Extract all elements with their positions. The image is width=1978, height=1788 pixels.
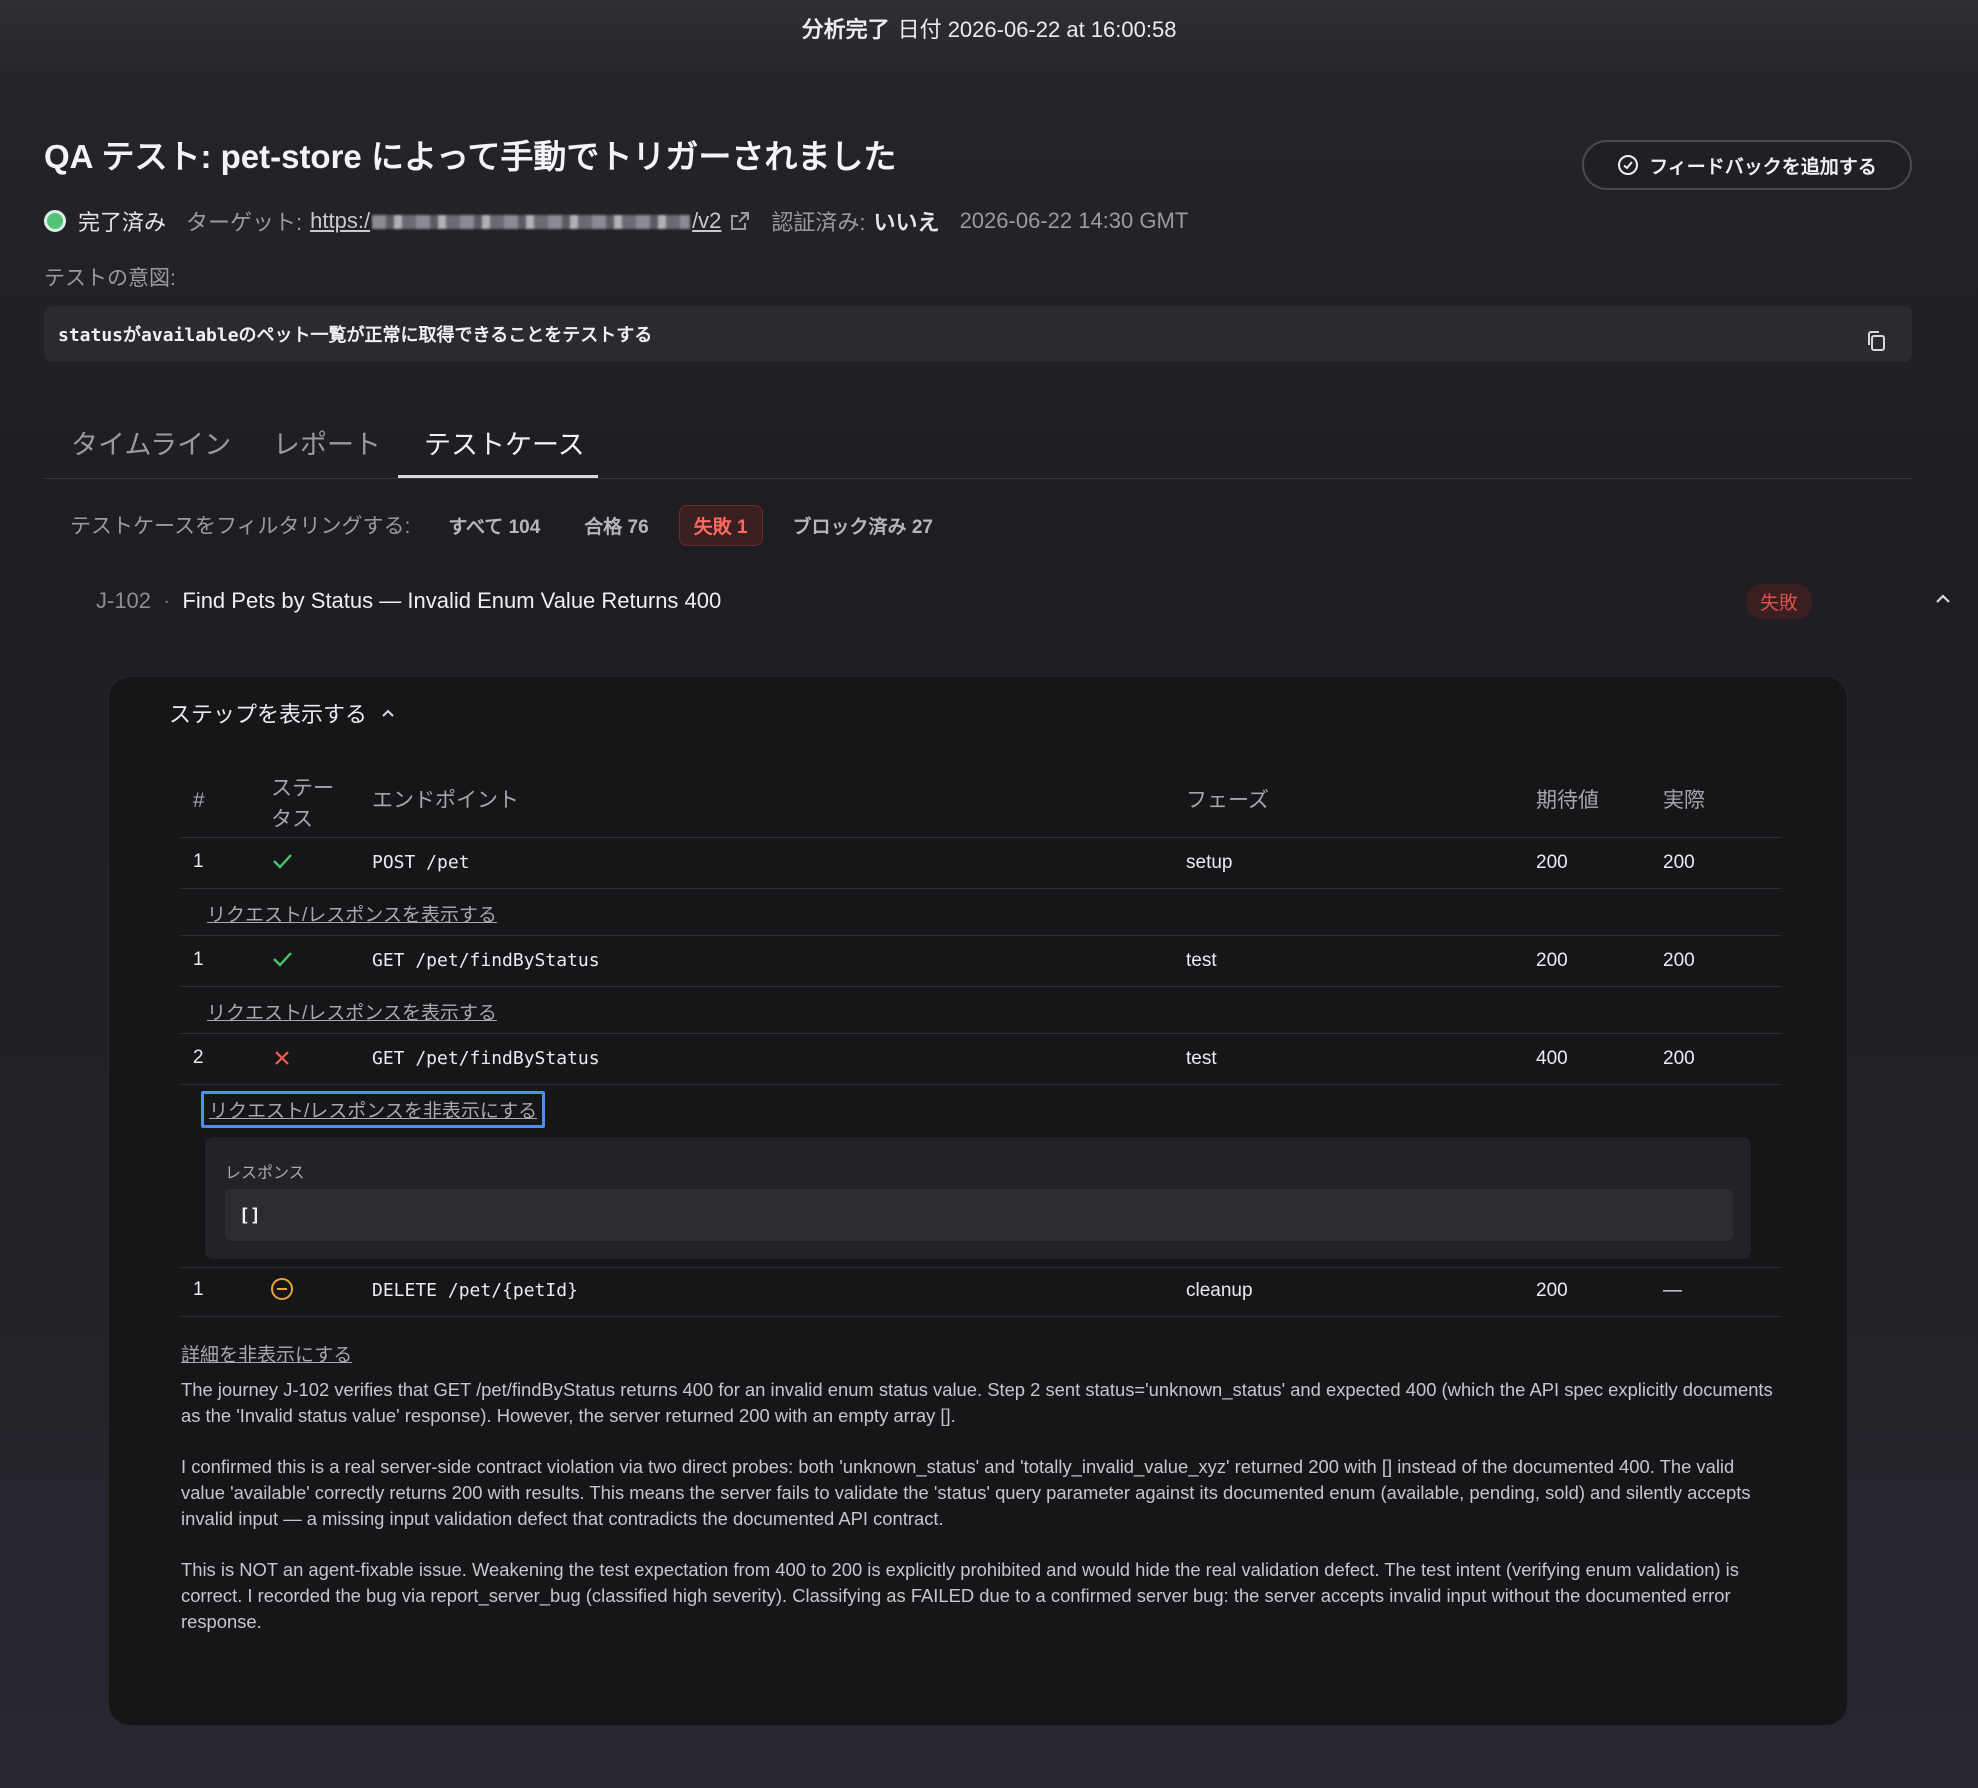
active-tab-indicator (398, 475, 598, 478)
intent-box: statusがavailableのペット一覧が正常に取得できることをテストする (44, 306, 1912, 362)
hide-request-response-link[interactable]: リクエスト/レスポンスを非表示にする (201, 1091, 546, 1128)
status-dot-icon (44, 210, 66, 232)
target-url-start: https:/ (310, 208, 371, 233)
analysis-date: 日付 2026-06-22 at 16:00:58 (897, 17, 1177, 42)
copy-icon[interactable] (1866, 330, 1886, 352)
divider (181, 986, 1781, 987)
target-url[interactable]: https:/ /v2 (310, 208, 721, 234)
page-title: QA テスト: pet-store によって手動でトリガーされました (44, 138, 897, 175)
response-label: レスポンス (225, 1165, 305, 1182)
step-actual: 200 (1663, 1048, 1695, 1069)
case-status-badge: 失敗 (1746, 584, 1813, 619)
run-timestamp: 2026-06-22 14:30 GMT (959, 208, 1189, 233)
run-status: 完了済み (78, 210, 167, 235)
intent-label: テストの意図: (44, 267, 176, 290)
step-expected: 400 (1536, 1048, 1568, 1069)
check-icon (273, 952, 292, 967)
target-label: ターゲット: (186, 210, 303, 235)
divider (181, 935, 1781, 936)
add-feedback-label: フィードバックを追加する (1649, 156, 1877, 178)
filter-chip-blocked[interactable]: ブロック済み 27 (779, 506, 947, 545)
step-phase: setup (1186, 852, 1233, 873)
divider (181, 1267, 1781, 1268)
case-id: J-102 (96, 588, 152, 613)
check-circle-icon (1618, 155, 1639, 175)
step-actual: 200 (1663, 950, 1695, 971)
test-case-header[interactable]: J-102 · Find Pets by Status — Invalid En… (96, 584, 1950, 619)
col-header-phase: フェーズ (1186, 789, 1269, 812)
step-endpoint: DELETE /pet/{petId} (372, 1280, 578, 1301)
case-detail-panel: ステップを表示する # ステー タス エンドポイント フェーズ 期待値 実際 1… (108, 676, 1848, 1726)
step-phase: test (1186, 1048, 1217, 1069)
step-endpoint: GET /pet/findByStatus (372, 1048, 600, 1069)
divider (181, 888, 1781, 889)
chevron-up-icon (382, 709, 394, 717)
step-phase: cleanup (1186, 1280, 1253, 1301)
analysis-status: 分析完了 (801, 17, 890, 42)
step-endpoint: GET /pet/findByStatus (372, 950, 600, 971)
target-url-end: /v2 (692, 208, 722, 233)
tab-bar: タイムライン レポート テストケース (44, 415, 1912, 479)
tab-report[interactable]: レポート (273, 423, 381, 462)
step-actual: 200 (1663, 852, 1695, 873)
step-num: 1 (193, 851, 204, 872)
case-separator: · (163, 588, 171, 613)
col-header-actual: 実際 (1663, 789, 1705, 812)
divider (181, 1316, 1781, 1317)
external-link-icon[interactable] (729, 210, 751, 232)
filter-label: テストケースをフィルタリングする: (70, 515, 411, 538)
step-expected: 200 (1536, 1280, 1568, 1301)
run-meta: 完了済み ターゲット: https:/ /v2 認証済み: いいえ 2026-06… (44, 204, 1188, 238)
filter-chip-passed[interactable]: 合格 76 (570, 506, 662, 545)
col-header-status: ステー タス (271, 777, 334, 831)
step-num: 1 (193, 949, 204, 970)
intent-text: statusがavailableのペット一覧が正常に取得できることをテストする (58, 325, 653, 346)
case-title: Find Pets by Status — Invalid Enum Value… (182, 588, 722, 613)
step-num: 1 (193, 1279, 204, 1300)
col-header-num: # (193, 789, 205, 812)
check-icon (273, 854, 292, 869)
tab-test-cases[interactable]: テストケース (424, 423, 585, 462)
col-header-endpoint: エンドポイント (372, 789, 519, 812)
step-num: 2 (193, 1047, 204, 1068)
filter-chip-all[interactable]: すべて 104 (434, 506, 554, 545)
chevron-up-icon[interactable] (1932, 588, 1954, 610)
tab-timeline[interactable]: タイムライン (71, 423, 231, 462)
step-expected: 200 (1536, 852, 1568, 873)
divider (181, 1033, 1781, 1034)
step-endpoint: POST /pet (372, 852, 470, 873)
x-icon (275, 1051, 289, 1065)
analysis-paragraph: This is NOT an agent-fixable issue. Weak… (181, 1559, 1739, 1632)
step-expected: 200 (1536, 950, 1568, 971)
auth-label: 認証済み: (771, 210, 866, 235)
minus-circle-icon (271, 1278, 293, 1300)
steps-toggle[interactable]: ステップを表示する (169, 697, 397, 729)
steps-toggle-label: ステップを表示する (169, 702, 368, 727)
step-actual: — (1663, 1280, 1682, 1301)
response-body: [] (225, 1189, 1733, 1241)
analysis-status-bar: 分析完了 日付 2026-06-22 at 16:00:58 (0, 0, 1978, 70)
filter-chip-failed[interactable]: 失敗 1 (678, 504, 763, 546)
redacted-host (372, 215, 691, 230)
step-phase: test (1186, 950, 1217, 971)
analysis-paragraph: I confirmed this is a real server-side c… (181, 1456, 1751, 1529)
show-request-response-link[interactable]: リクエスト/レスポンスを表示する (207, 900, 497, 927)
response-panel: レスポンス [] (205, 1137, 1751, 1259)
analysis-paragraph: The journey J-102 verifies that GET /pet… (181, 1379, 1773, 1426)
show-request-response-link[interactable]: リクエスト/レスポンスを表示する (207, 998, 497, 1025)
hide-details-link[interactable]: 詳細を非表示にする (181, 1340, 352, 1367)
add-feedback-button[interactable]: フィードバックを追加する (1582, 140, 1912, 190)
divider (181, 837, 1781, 838)
divider (181, 1084, 1781, 1085)
test-case-filter: テストケースをフィルタリングする: すべて 104 合格 76 失敗 1 ブロッ… (70, 504, 963, 546)
col-header-expected: 期待値 (1536, 789, 1599, 812)
auth-value: いいえ (873, 210, 940, 235)
